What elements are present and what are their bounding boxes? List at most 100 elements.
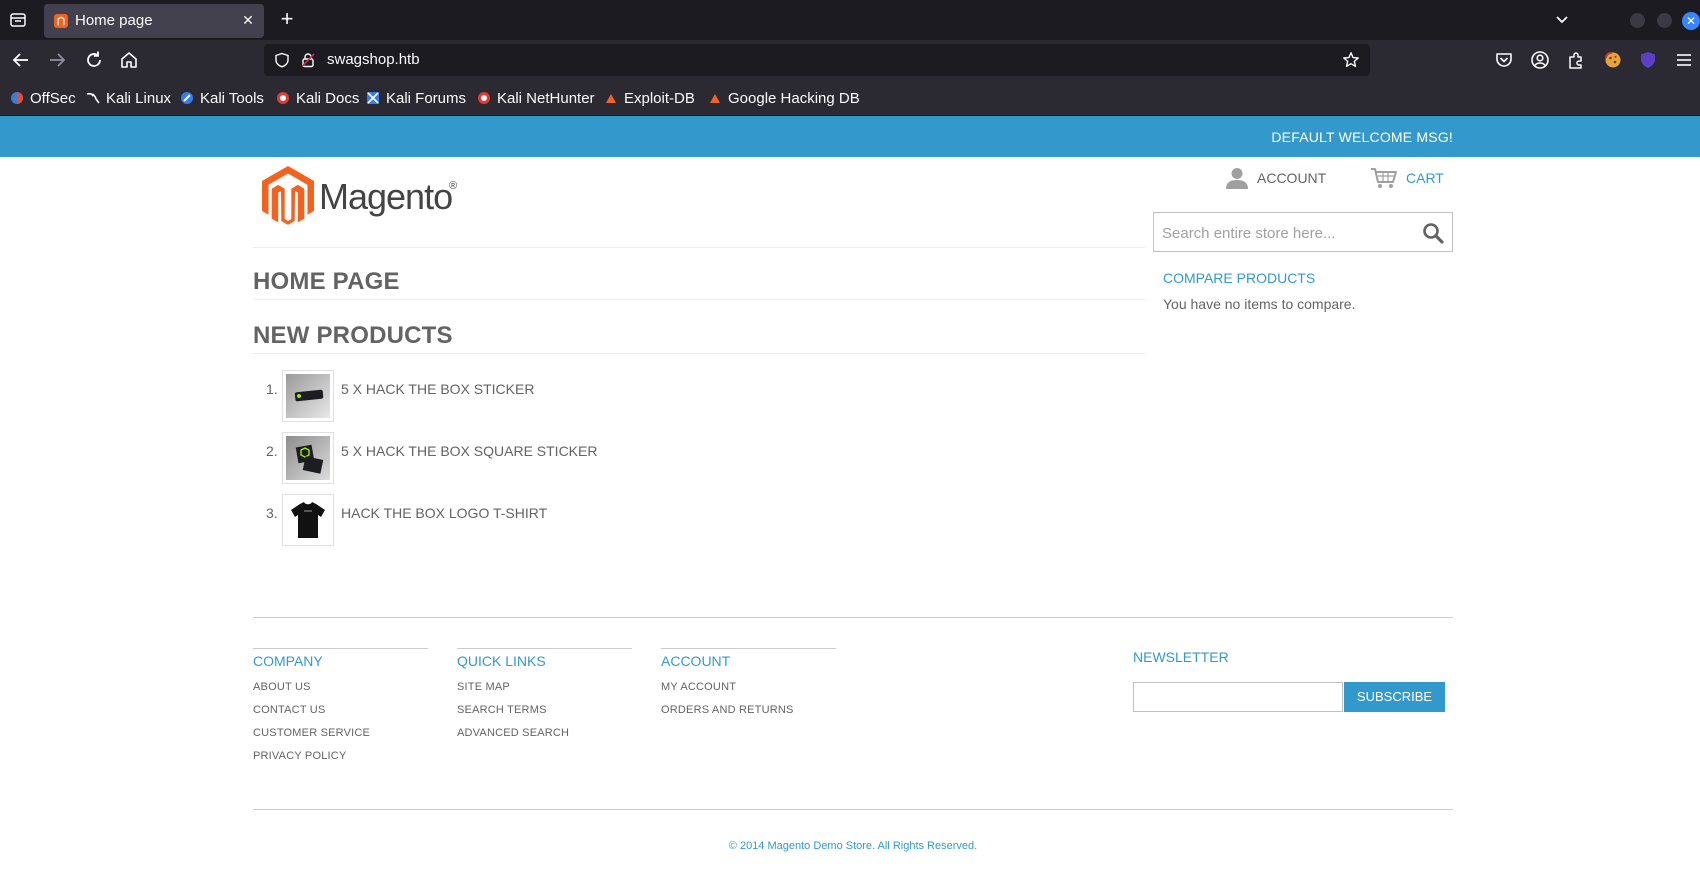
bookmark-label: Kali Linux — [106, 89, 172, 107]
search-input[interactable] — [1162, 222, 1412, 244]
column-divider — [457, 648, 632, 649]
ghdb-icon — [708, 91, 722, 105]
new-products-title: NEW PRODUCTS — [253, 322, 453, 349]
kali-forums-icon — [366, 91, 380, 105]
footer-divider — [253, 617, 1453, 618]
account-label: ACCOUNT — [1257, 170, 1327, 186]
account-link[interactable]: ACCOUNT — [1225, 167, 1326, 189]
header-divider — [253, 247, 1145, 248]
extensions-puzzle-icon[interactable] — [1566, 50, 1586, 70]
bookmark-offsec[interactable]: OffSec — [10, 89, 76, 107]
close-window-button[interactable]: ✕ — [1682, 12, 1700, 30]
bookmark-star-icon[interactable] — [1342, 51, 1360, 69]
home-icon[interactable] — [118, 49, 140, 71]
bookmark-google-hacking-db[interactable]: Google Hacking DB — [708, 89, 860, 107]
browser-tab-bar: Home page ✕ + ✕ — [0, 0, 1700, 40]
bookmark-kali-docs[interactable]: Kali Docs — [276, 89, 359, 107]
list-all-tabs-icon[interactable] — [1552, 10, 1572, 30]
product-thumbnail-square-sticker[interactable] — [282, 432, 334, 484]
magento-favicon-icon — [54, 14, 68, 28]
footer-link-orders-and-returns[interactable]: ORDERS AND RETURNS — [661, 704, 836, 716]
product-name-link[interactable]: 5 X HACK THE BOX SQUARE STICKER — [341, 443, 597, 459]
cookie-extension-icon[interactable] — [1603, 50, 1623, 70]
insecure-lock-icon[interactable] — [300, 52, 316, 68]
kali-nethunter-icon — [477, 91, 491, 105]
product-number: 3. — [266, 505, 278, 521]
product-thumbnail-sticker[interactable] — [282, 370, 334, 422]
footer-column-title: QUICK LINKS — [457, 653, 546, 669]
footer-link-site-map[interactable]: SITE MAP — [457, 681, 632, 693]
product-number: 2. — [266, 443, 278, 459]
bookmark-label: OffSec — [30, 89, 76, 107]
pocket-icon[interactable] — [1494, 50, 1514, 70]
kali-dragon-icon — [86, 91, 100, 105]
maximize-window-button[interactable] — [1657, 13, 1672, 28]
tab-close-icon[interactable]: ✕ — [240, 12, 256, 28]
newsletter-email-input[interactable] — [1133, 682, 1343, 712]
exploit-db-icon — [604, 91, 618, 105]
subscribe-button[interactable]: SUBSCRIBE — [1344, 682, 1445, 712]
minimize-window-button[interactable] — [1630, 13, 1645, 28]
product-thumbnail-tshirt[interactable] — [282, 494, 334, 546]
page-title: HOME PAGE — [253, 268, 400, 295]
bookmark-exploit-db[interactable]: Exploit-DB — [604, 89, 695, 107]
tab-list-icon[interactable] — [8, 10, 28, 30]
newsletter-title: NEWSLETTER — [1133, 649, 1229, 665]
product-list-item: 3. HACK THE BOX LOGO T-SHIRT — [262, 494, 862, 546]
welcome-bar: DEFAULT WELCOME MSG! — [0, 116, 1700, 157]
product-number: 1. — [266, 381, 278, 397]
bookmark-label: Google Hacking DB — [728, 89, 860, 107]
search-icon[interactable] — [1422, 222, 1444, 244]
bookmark-kali-forums[interactable]: Kali Forums — [366, 89, 466, 107]
footer-column-title: COMPANY — [253, 653, 323, 669]
tab-title: Home page — [75, 12, 153, 29]
footer-link-about-us[interactable]: ABOUT US — [253, 681, 428, 693]
logo-registered-mark: ® — [449, 180, 458, 192]
hamburger-menu-icon[interactable] — [1674, 50, 1694, 70]
column-divider — [661, 648, 836, 649]
copyright-notice: © 2014 Magento Demo Store. All Rights Re… — [728, 840, 978, 852]
footer-link-privacy-policy[interactable]: PRIVACY POLICY — [253, 750, 428, 762]
product-name-link[interactable]: HACK THE BOX LOGO T-SHIRT — [341, 505, 547, 521]
compare-empty-message: You have no items to compare. — [1163, 296, 1356, 312]
footer-link-customer-service[interactable]: CUSTOMER SERVICE — [253, 727, 428, 739]
cart-link[interactable]: CART — [1370, 167, 1444, 189]
column-divider — [253, 648, 428, 649]
footer-link-contact-us[interactable]: CONTACT US — [253, 704, 428, 716]
offsec-icon — [10, 91, 24, 105]
product-name-link[interactable]: 5 X HACK THE BOX STICKER — [341, 381, 534, 397]
footer-column-company: COMPANY ABOUT US CONTACT US CUSTOMER SER… — [253, 648, 428, 773]
shopping-cart-icon — [1371, 168, 1397, 188]
bookmark-kali-nethunter[interactable]: Kali NetHunter — [477, 89, 595, 107]
bookmarks-toolbar: OffSec Kali Linux Kali Tools Kali Docs K… — [0, 80, 1700, 116]
user-icon — [1226, 168, 1248, 189]
footer-column-account: ACCOUNT MY ACCOUNT ORDERS AND RETURNS — [661, 648, 836, 727]
url-bar[interactable]: swagshop.htb — [264, 44, 1370, 76]
tracking-protection-shield-icon[interactable] — [274, 52, 290, 68]
new-tab-button[interactable]: + — [276, 8, 298, 31]
browser-tab-active[interactable]: Home page ✕ — [44, 4, 264, 38]
reload-icon[interactable] — [83, 49, 105, 71]
ublock-extension-icon[interactable] — [1638, 50, 1658, 70]
product-list-item: 2. 5 X HACK THE BOX SQUARE STICKER — [262, 432, 862, 484]
account-icon[interactable] — [1530, 50, 1550, 70]
kali-tools-icon — [180, 91, 194, 105]
logo-wordmark: Magento — [319, 176, 453, 217]
product-list-item: 1. 5 X HACK THE BOX STICKER — [262, 370, 862, 422]
section-divider — [253, 353, 1145, 354]
footer-link-search-terms[interactable]: SEARCH TERMS — [457, 704, 632, 716]
footer-bottom-divider — [253, 809, 1453, 810]
magento-logo[interactable]: Magento ® — [262, 164, 462, 225]
compare-products-title: COMPARE PRODUCTS — [1163, 270, 1316, 286]
cart-label: CART — [1406, 170, 1444, 186]
bookmark-kali-tools[interactable]: Kali Tools — [180, 89, 264, 107]
footer-link-advanced-search[interactable]: ADVANCED SEARCH — [457, 727, 632, 739]
bookmark-kali-linux[interactable]: Kali Linux — [86, 89, 171, 107]
back-arrow-icon[interactable] — [10, 49, 32, 71]
bookmark-label: Kali Forums — [386, 89, 467, 107]
footer-link-my-account[interactable]: MY ACCOUNT — [661, 681, 836, 693]
forward-arrow-icon[interactable] — [46, 49, 68, 71]
bookmark-label: Exploit-DB — [624, 89, 695, 107]
footer-column-quick-links: QUICK LINKS SITE MAP SEARCH TERMS ADVANC… — [457, 648, 632, 750]
magento-logo-icon — [262, 166, 314, 225]
